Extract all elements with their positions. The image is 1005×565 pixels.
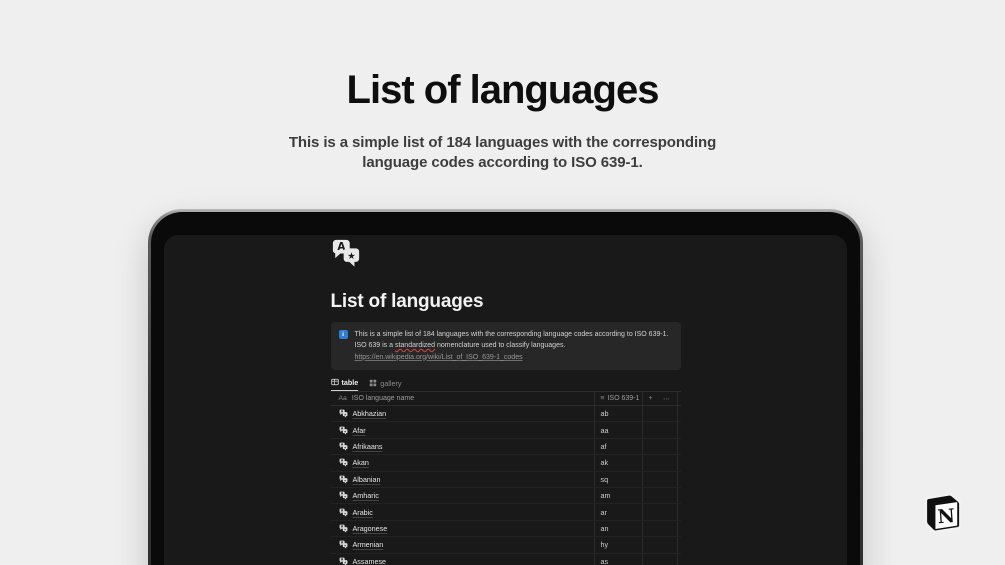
table-row[interactable]: Arabic ar: [330, 504, 681, 521]
text-property-icon: ≡: [600, 395, 605, 402]
add-column-button[interactable]: +: [649, 395, 653, 402]
translation-icon: [339, 557, 348, 565]
notion-logo: N: [916, 486, 963, 533]
table-row[interactable]: Akan ak: [330, 455, 681, 472]
translation-icon: [339, 426, 348, 435]
gallery-view-icon: [369, 379, 377, 387]
language-name: Afrikaans: [352, 441, 383, 451]
tab-gallery-label: gallery: [380, 378, 402, 388]
notion-app-screen: List of languages i This is a simple lis…: [164, 235, 847, 565]
table-row[interactable]: Abkhazian ab: [330, 406, 681, 423]
table-view-icon: [331, 378, 339, 386]
language-code: af: [593, 438, 642, 455]
language-code: aa: [593, 422, 642, 438]
language-name: Assamese: [352, 556, 387, 565]
language-code: an: [593, 520, 642, 537]
hero-section: List of languages This is a simple list …: [0, 0, 1005, 173]
callout-text-part2: nomenclature used to classify languages.: [435, 342, 566, 349]
table-row[interactable]: Assamese as: [331, 553, 681, 565]
language-name: Armenian: [352, 540, 384, 550]
translation-icon: [339, 540, 348, 549]
table-row[interactable]: Amharic am: [330, 487, 681, 505]
language-code: sq: [593, 471, 642, 487]
language-code: ak: [593, 455, 642, 471]
tab-table[interactable]: table: [330, 377, 359, 391]
callout-misspelled-word: standardized: [394, 342, 436, 349]
language-code: am: [593, 487, 642, 504]
translation-icon: [339, 458, 348, 467]
language-name: Albanian: [352, 474, 381, 484]
page-title: List of languages: [346, 68, 660, 112]
page-subtitle: This is a simple list of 184 languages w…: [288, 134, 717, 171]
language-name: Akan: [352, 458, 369, 468]
tablet-mockup-frame: List of languages i This is a simple lis…: [148, 209, 863, 565]
notion-page-title: List of languages: [330, 291, 484, 312]
language-name: Afar: [352, 425, 366, 435]
svg-text:N: N: [937, 505, 956, 528]
languages-table: Aa ISO language name ≡ ISO 639-1 + ⋯ Abk…: [330, 391, 681, 565]
translation-icon[interactable]: [331, 238, 361, 268]
language-code: as: [593, 553, 642, 565]
translation-icon: [339, 442, 348, 451]
language-name: Arabic: [352, 507, 373, 517]
column-code-label: ISO 639-1: [607, 395, 640, 402]
tablet-bezel: List of languages i This is a simple lis…: [151, 212, 860, 565]
language-code: hy: [593, 537, 642, 553]
column-header-name[interactable]: Aa ISO language name: [331, 392, 594, 405]
table-row[interactable]: Afar aa: [330, 422, 681, 439]
column-header-code[interactable]: ≡ ISO 639-1: [593, 392, 642, 405]
table-row[interactable]: Afrikaans af: [330, 438, 681, 456]
tab-gallery[interactable]: gallery: [369, 379, 401, 392]
language-name: Amharic: [352, 491, 379, 501]
table-header-row: Aa ISO language name ≡ ISO 639-1 + ⋯: [330, 391, 681, 406]
translation-icon: [339, 508, 348, 517]
column-name-label: ISO language name: [351, 395, 415, 402]
title-property-icon: Aa: [338, 395, 347, 402]
table-row[interactable]: Armenian hy: [330, 537, 681, 554]
translation-icon: [339, 409, 348, 418]
info-icon: i: [338, 330, 348, 339]
view-tabs: table gallery: [330, 377, 681, 392]
language-name: Abkhazian: [352, 409, 387, 419]
language-code: ar: [593, 504, 642, 520]
table-row[interactable]: Aragonese an: [330, 520, 681, 538]
wikipedia-link[interactable]: https://en.wikipedia.org/wiki/List_of_IS…: [355, 352, 671, 363]
more-options-button[interactable]: ⋯: [663, 395, 671, 403]
language-name: Aragonese: [352, 523, 388, 533]
translation-icon: [339, 524, 348, 533]
table-header-actions: + ⋯: [641, 392, 678, 405]
translation-icon: [339, 475, 348, 484]
language-code: ab: [593, 406, 642, 422]
callout-text: This is a simple list of 184 languages w…: [355, 329, 671, 363]
translation-icon: [339, 491, 348, 500]
tab-table-label: table: [341, 377, 359, 387]
table-row[interactable]: Albanian sq: [330, 471, 681, 488]
callout-block: i This is a simple list of 184 languages…: [330, 322, 681, 370]
